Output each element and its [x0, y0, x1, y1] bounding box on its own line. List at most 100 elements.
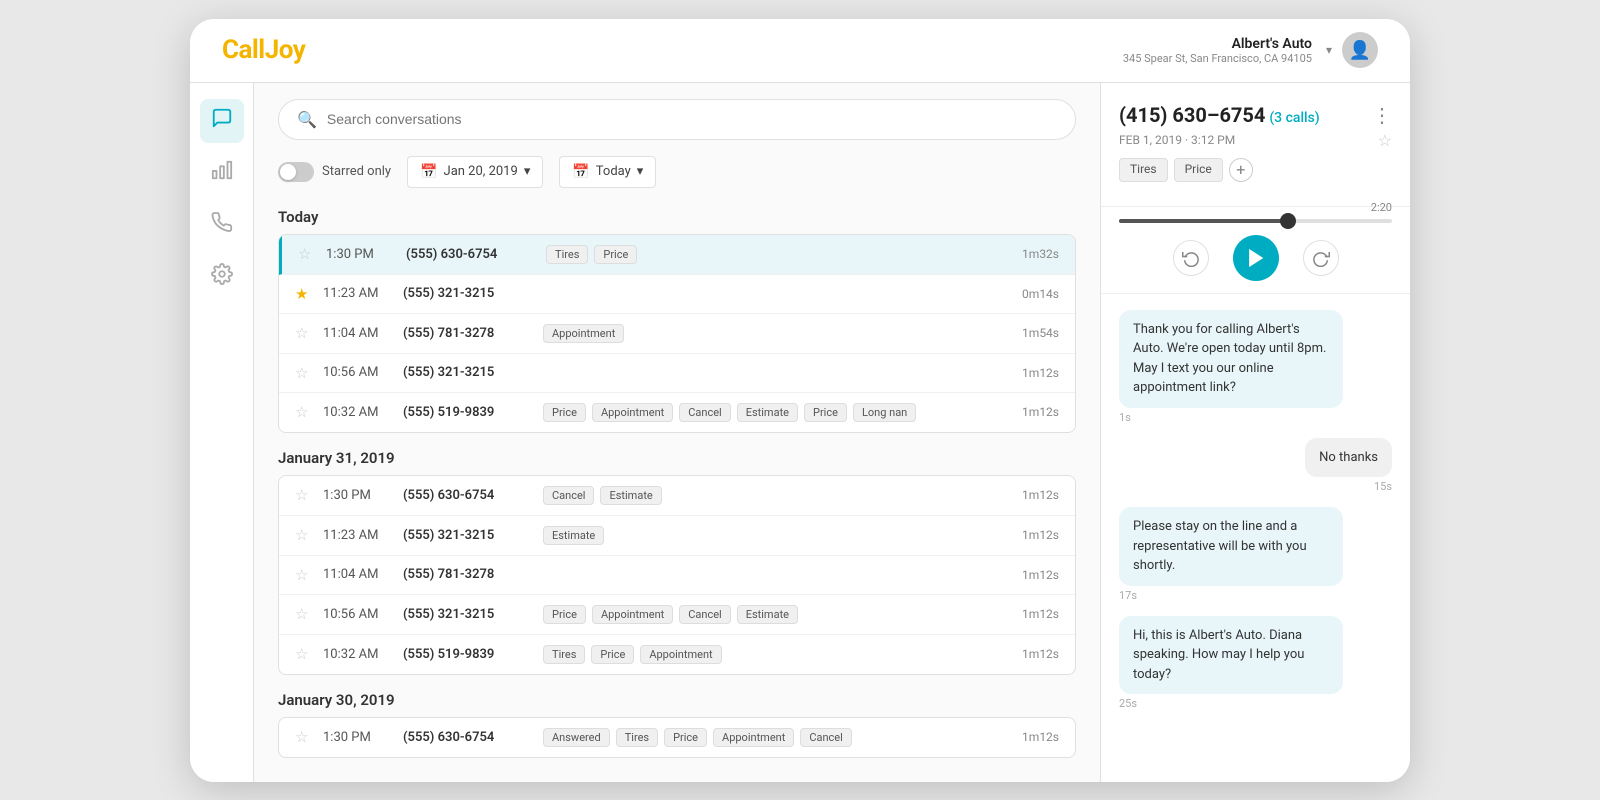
- business-info: Albert's Auto 345 Spear St, San Francisc…: [1123, 36, 1312, 65]
- calendar-icon: 📅: [420, 164, 437, 180]
- search-icon: 🔍: [297, 110, 317, 129]
- list-item: Appointment: [592, 605, 673, 624]
- star-icon[interactable]: ☆: [295, 526, 313, 544]
- conversation-time: 11:04 AM: [323, 567, 393, 582]
- star-icon[interactable]: ☆: [295, 486, 313, 504]
- business-dropdown-icon[interactable]: ▾: [1326, 43, 1332, 57]
- date-to-value: Today: [596, 164, 631, 179]
- list-item: Price: [664, 728, 707, 747]
- device-frame: CallJoy Albert's Auto 345 Spear St, San …: [190, 19, 1410, 782]
- audio-player: 2:20: [1101, 207, 1410, 294]
- star-icon[interactable]: ☆: [295, 605, 313, 623]
- conversation-duration: 1m12s: [1009, 647, 1059, 661]
- transcript-bubble: Please stay on the line and a representa…: [1119, 507, 1343, 586]
- progress-duration: 2:20: [1371, 201, 1392, 214]
- sidebar-item-conversations[interactable]: [200, 99, 244, 143]
- detail-phone-number: (415) 630–6754 (3 calls): [1119, 103, 1320, 127]
- list-item: Price: [594, 245, 637, 264]
- conversation-tags: PriceAppointmentCancelEstimate: [543, 605, 999, 624]
- conversation-time: 1:30 PM: [326, 247, 396, 262]
- list-item: Cancel: [543, 486, 594, 505]
- table-row[interactable]: ☆1:30 PM(555) 630-6754AnsweredTiresPrice…: [279, 718, 1075, 757]
- transcript-timestamp: 17s: [1119, 589, 1137, 602]
- phone-icon: [211, 211, 233, 238]
- conversation-time: 10:32 AM: [323, 405, 393, 420]
- star-icon[interactable]: ☆: [295, 403, 313, 421]
- list-item: Appointment: [640, 645, 721, 664]
- conversation-duration: 1m12s: [1009, 405, 1059, 419]
- transcript-timestamp: 1s: [1119, 411, 1131, 424]
- detail-tags: TiresPrice+: [1119, 158, 1392, 182]
- gear-icon: [211, 263, 233, 290]
- sidebar-item-settings[interactable]: [200, 255, 244, 299]
- conversation-tags: Appointment: [543, 324, 999, 343]
- star-icon[interactable]: ★: [295, 285, 313, 303]
- star-icon[interactable]: ☆: [295, 728, 313, 746]
- star-icon[interactable]: ☆: [298, 245, 316, 263]
- detail-phone: (415) 630–6754: [1119, 103, 1265, 127]
- starred-only-toggle[interactable]: [278, 162, 314, 182]
- conversations-icon: [211, 107, 233, 134]
- rewind-button[interactable]: [1173, 240, 1209, 276]
- conversation-time: 10:56 AM: [323, 365, 393, 380]
- play-button[interactable]: [1233, 235, 1279, 281]
- star-icon[interactable]: ☆: [295, 364, 313, 382]
- search-input[interactable]: [327, 111, 1057, 127]
- fast-forward-button[interactable]: [1303, 240, 1339, 276]
- conversation-time: 10:56 AM: [323, 607, 393, 622]
- star-icon[interactable]: ☆: [295, 566, 313, 584]
- conversation-duration: 1m12s: [1009, 568, 1059, 582]
- table-row[interactable]: ☆11:23 AM(555) 321-3215Estimate1m12s: [279, 516, 1075, 556]
- table-row[interactable]: ☆10:32 AM(555) 519-9839TiresPriceAppoint…: [279, 635, 1075, 674]
- transcript-bubble-wrapper: Please stay on the line and a representa…: [1119, 507, 1392, 602]
- star-icon[interactable]: ☆: [295, 645, 313, 663]
- analytics-icon: [211, 159, 233, 186]
- add-tag-button[interactable]: +: [1229, 158, 1253, 182]
- table-row[interactable]: ☆1:30 PM(555) 630-6754TiresPrice1m32s: [279, 235, 1075, 275]
- list-item: Estimate: [543, 526, 604, 545]
- conversation-time: 11:23 AM: [323, 528, 393, 543]
- star-icon[interactable]: ☆: [295, 324, 313, 342]
- transcript-bubble: Hi, this is Albert's Auto. Diana speakin…: [1119, 616, 1343, 695]
- table-row[interactable]: ☆10:56 AM(555) 321-32151m12s: [279, 354, 1075, 393]
- filters: Starred only 📅 Jan 20, 2019 ▾ 📅 Today ▾: [278, 156, 1076, 188]
- progress-bar[interactable]: 2:20: [1119, 219, 1392, 223]
- detail-star-icon[interactable]: ☆: [1378, 131, 1392, 150]
- list-item: Appointment: [543, 324, 624, 343]
- transcript-timestamp: 25s: [1119, 697, 1137, 710]
- detail-menu-icon[interactable]: ⋮: [1372, 103, 1392, 127]
- detail-calls: (3 calls): [1269, 110, 1319, 126]
- transcript-bubble: No thanks: [1305, 438, 1392, 478]
- table-row[interactable]: ☆10:32 AM(555) 519-9839PriceAppointmentC…: [279, 393, 1075, 432]
- conversation-list: ☆1:30 PM(555) 630-6754TiresPrice1m32s★11…: [278, 234, 1076, 433]
- date-to-dropdown-icon: ▾: [637, 164, 644, 179]
- list-item: Estimate: [600, 486, 661, 505]
- sidebar-item-phone[interactable]: [200, 203, 244, 247]
- list-item: Answered: [543, 728, 610, 747]
- conversation-tags: Cancel Estimate: [543, 486, 999, 505]
- table-row[interactable]: ☆11:04 AM(555) 781-32781m12s: [279, 556, 1075, 595]
- detail-tag: Price: [1174, 158, 1223, 182]
- list-item: Price: [804, 403, 847, 422]
- list-item: Appointment: [592, 403, 673, 422]
- conversation-tags: TiresPrice: [546, 245, 999, 264]
- sidebar-item-analytics[interactable]: [200, 151, 244, 195]
- table-row[interactable]: ☆11:04 AM(555) 781-3278Appointment1m54s: [279, 314, 1075, 354]
- top-bar: CallJoy Albert's Auto 345 Spear St, San …: [190, 19, 1410, 83]
- detail-header: (415) 630–6754 (3 calls) ⋮ FEB 1, 2019 ·…: [1101, 83, 1410, 207]
- detail-phone-row: (415) 630–6754 (3 calls) ⋮: [1119, 103, 1392, 127]
- table-row[interactable]: ☆10:56 AM(555) 321-3215PriceAppointmentC…: [279, 595, 1075, 635]
- starred-only-toggle-wrapper: Starred only: [278, 162, 391, 182]
- date-from-filter[interactable]: 📅 Jan 20, 2019 ▾: [407, 156, 543, 188]
- conversation-duration: 1m12s: [1009, 607, 1059, 621]
- table-row[interactable]: ★11:23 AM(555) 321-32150m14s: [279, 275, 1075, 314]
- transcript-bubble-wrapper: Thank you for calling Albert's Auto. We'…: [1119, 310, 1392, 424]
- transcript-timestamp: 15s: [1374, 480, 1392, 493]
- table-row[interactable]: ☆1:30 PM(555) 630-6754CancelEstimate1m12…: [279, 476, 1075, 516]
- starred-only-label: Starred only: [322, 164, 391, 179]
- conversation-tags: TiresPriceAppointment: [543, 645, 999, 664]
- date-from-dropdown-icon: ▾: [524, 164, 531, 179]
- conversation-duration: 1m12s: [1009, 528, 1059, 542]
- date-to-filter[interactable]: 📅 Today ▾: [559, 156, 656, 188]
- list-item: Price: [591, 645, 634, 664]
